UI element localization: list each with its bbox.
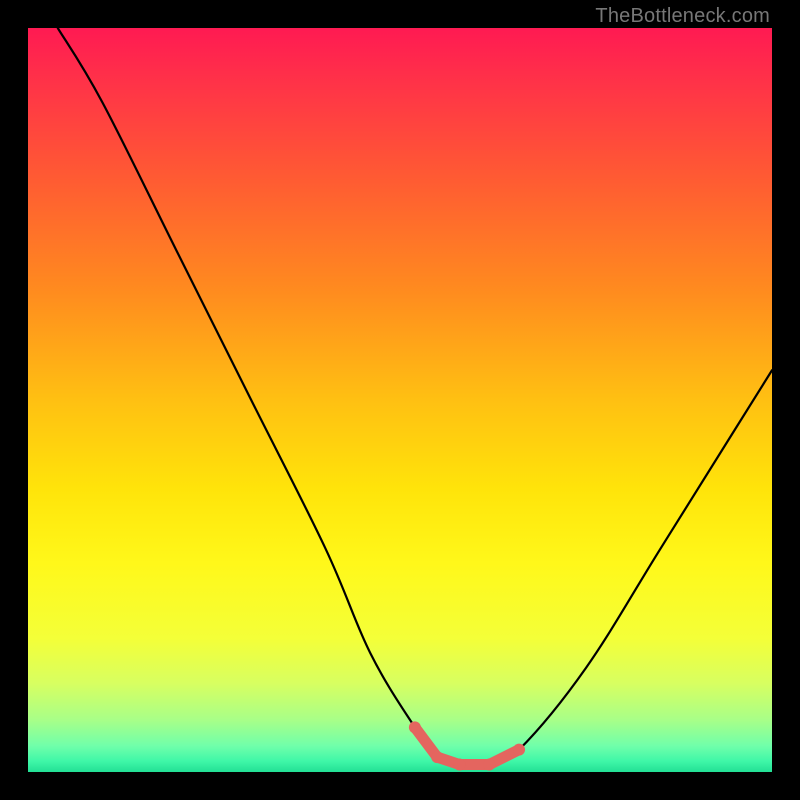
watermark-text: TheBottleneck.com [595,5,770,28]
curve-layer [28,28,772,772]
plot-area [28,28,772,772]
chart-frame: TheBottleneck.com [0,0,800,800]
flat-bottom-marker [415,727,519,764]
bottleneck-curve [58,28,772,766]
